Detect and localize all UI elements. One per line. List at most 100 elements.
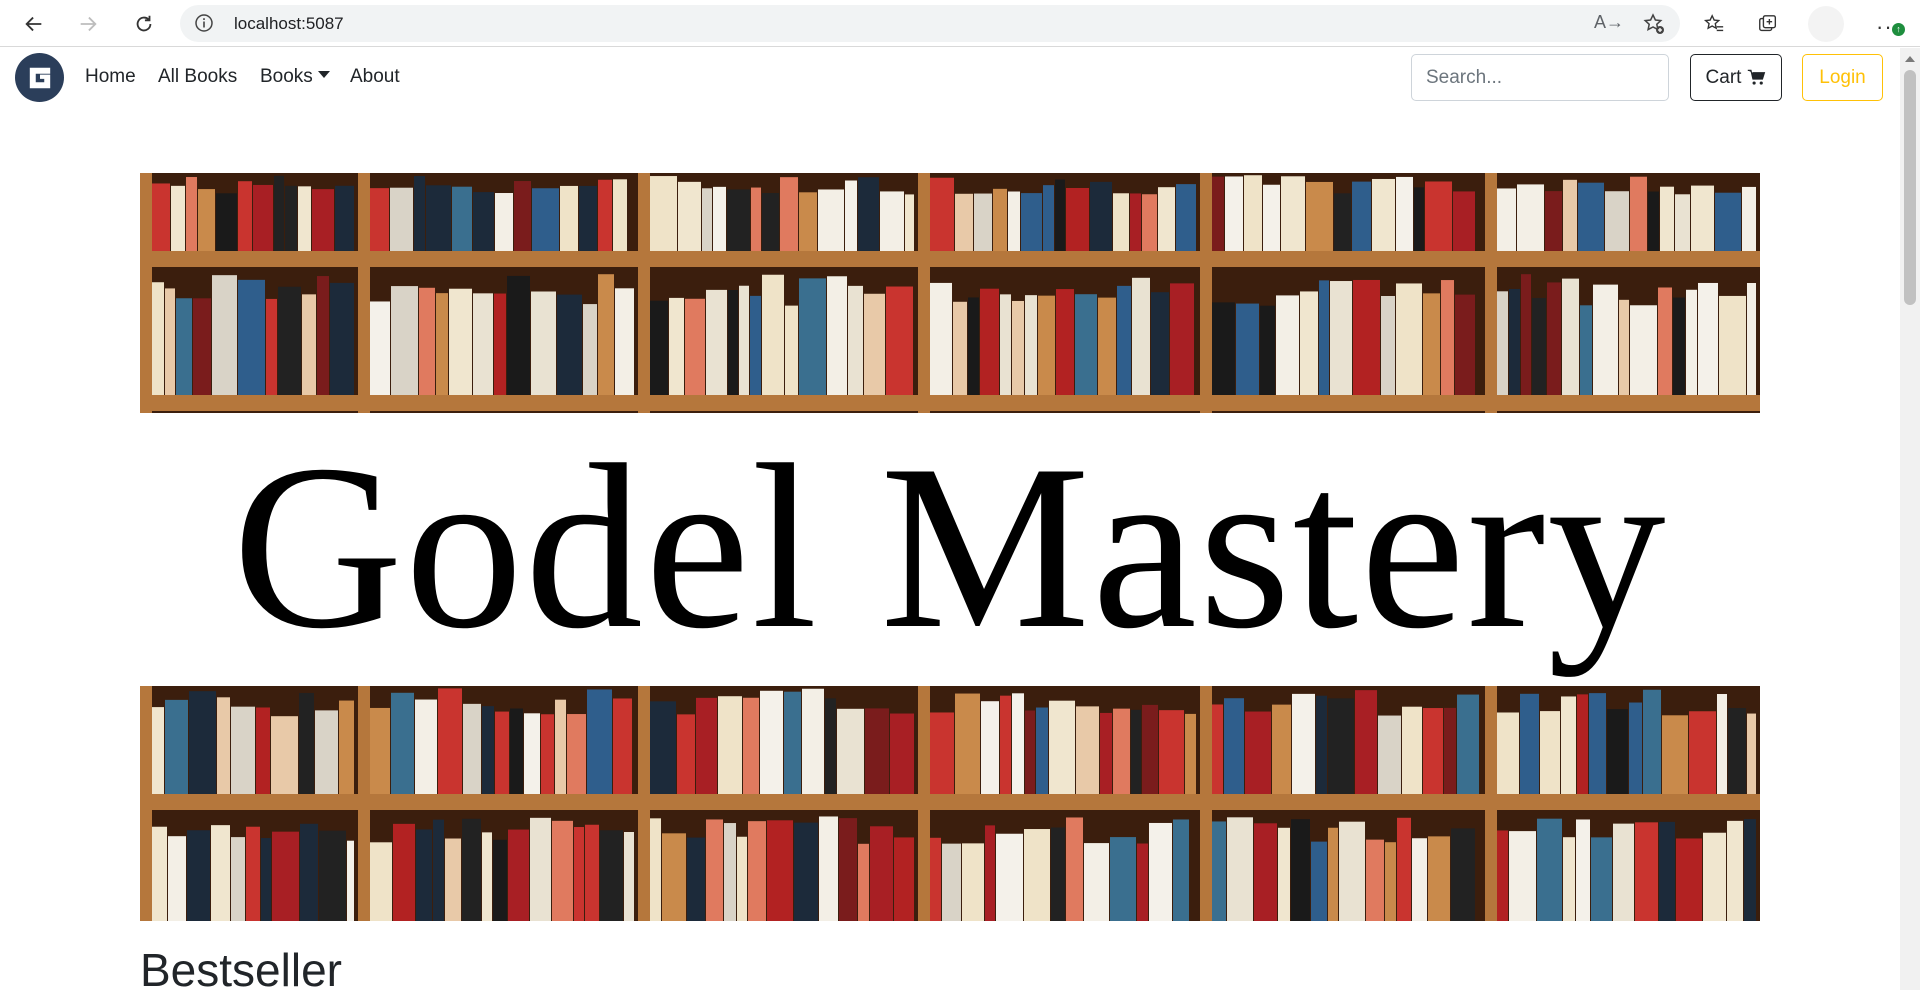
scrollbar-thumb[interactable] — [1904, 70, 1916, 305]
book-spine — [370, 188, 389, 251]
address-bar[interactable]: localhost:5087 A→ — [180, 5, 1680, 42]
book-spine — [1176, 184, 1196, 251]
book-spine — [624, 831, 634, 921]
book-spine — [152, 707, 164, 794]
book-spine — [930, 282, 952, 395]
book-spine — [335, 185, 354, 251]
book-spine — [1319, 280, 1329, 395]
book-spine — [347, 840, 354, 921]
book-spine — [261, 838, 271, 921]
book-spine — [1412, 838, 1427, 921]
book-spine — [1691, 185, 1714, 251]
book-spine — [585, 824, 599, 921]
book-spine — [1578, 182, 1604, 251]
book-spine — [238, 279, 265, 395]
nav-home-link[interactable]: Home — [85, 66, 136, 88]
info-icon[interactable] — [194, 13, 214, 33]
book-spine — [718, 696, 742, 794]
back-arrow-icon[interactable] — [18, 8, 50, 40]
book-spine — [739, 285, 749, 395]
book-spine — [996, 833, 1023, 921]
book-spine — [436, 293, 448, 395]
book-spine — [1423, 293, 1440, 395]
book-spine — [858, 177, 879, 251]
book-spine — [1547, 282, 1561, 395]
read-aloud-icon[interactable]: A→ — [1594, 12, 1624, 33]
book-spine — [1113, 708, 1130, 794]
book-spine — [845, 180, 857, 251]
book-spine — [767, 820, 793, 921]
book-spine — [827, 276, 847, 395]
book-spine — [1747, 283, 1756, 395]
reload-icon[interactable] — [128, 8, 160, 40]
profile-icon[interactable] — [1808, 6, 1844, 42]
book-spine — [1292, 693, 1315, 794]
book-spine — [1742, 186, 1756, 251]
book-spine — [1130, 193, 1141, 251]
site-navbar: Home All Books Books About Cart Login — [0, 48, 1900, 110]
book-spine — [802, 688, 824, 794]
favorites-icon[interactable] — [1698, 8, 1730, 40]
search-input[interactable] — [1411, 54, 1669, 101]
forward-arrow-icon[interactable] — [72, 8, 104, 40]
book-spine — [1131, 709, 1141, 794]
book-spine — [1715, 192, 1741, 251]
book-spine — [1151, 292, 1169, 395]
book-spine — [1113, 193, 1129, 251]
book-spine — [839, 818, 857, 921]
book-spine — [189, 691, 216, 794]
book-spine — [1263, 184, 1280, 251]
book-spine — [1110, 837, 1136, 921]
add-favorite-icon[interactable] — [1642, 12, 1666, 36]
book-spine — [1537, 818, 1562, 921]
book-spine — [1025, 295, 1037, 395]
book-spine — [985, 825, 995, 921]
book-spine — [818, 189, 844, 251]
book-spine — [1509, 288, 1520, 395]
book-spine — [1328, 698, 1354, 794]
hero-banner: Godel Mastery — [140, 173, 1760, 921]
book-spine — [1132, 277, 1150, 395]
book-spine — [1662, 715, 1688, 794]
login-button[interactable]: Login — [1802, 54, 1883, 101]
shelf-post — [1200, 173, 1212, 413]
book-spine — [330, 282, 354, 395]
brand-logo-icon[interactable] — [15, 53, 64, 102]
more-icon[interactable]: ··· ↑ — [1872, 8, 1908, 40]
book-spine — [253, 184, 273, 251]
nav-books-dropdown[interactable]: Books — [260, 66, 330, 88]
book-spine — [449, 288, 472, 395]
cart-button[interactable]: Cart — [1690, 54, 1782, 101]
page-scrollbar[interactable] — [1900, 48, 1920, 990]
book-spine — [1580, 305, 1592, 395]
book-spine — [187, 830, 210, 921]
nav-all-books-link[interactable]: All Books — [158, 66, 237, 88]
book-spine — [930, 177, 954, 251]
collections-icon[interactable] — [1752, 8, 1784, 40]
book-spine — [615, 288, 634, 395]
shopping-cart-icon — [1748, 69, 1766, 85]
book-spine — [930, 837, 941, 921]
book-spine — [1159, 710, 1184, 794]
book-spine — [706, 289, 727, 395]
book-spine — [1012, 693, 1024, 794]
book-spine — [1698, 282, 1718, 395]
book-spine — [1659, 821, 1675, 921]
book-spine — [1098, 297, 1116, 395]
book-spine — [1545, 191, 1562, 251]
book-spine — [426, 185, 451, 251]
scroll-up-icon[interactable] — [1905, 56, 1915, 62]
url-text[interactable]: localhost:5087 — [234, 14, 344, 34]
book-spine — [212, 275, 237, 395]
book-spine — [419, 287, 435, 395]
book-spine — [1334, 193, 1351, 251]
book-spine — [1056, 289, 1074, 395]
book-spine — [1043, 185, 1054, 251]
nav-about-link[interactable]: About — [350, 66, 400, 88]
book-spine — [1244, 175, 1262, 251]
book-spine — [650, 176, 677, 251]
book-spine — [1173, 819, 1189, 921]
book-spine — [508, 829, 529, 921]
book-spine — [727, 189, 750, 251]
book-spine — [762, 193, 779, 251]
